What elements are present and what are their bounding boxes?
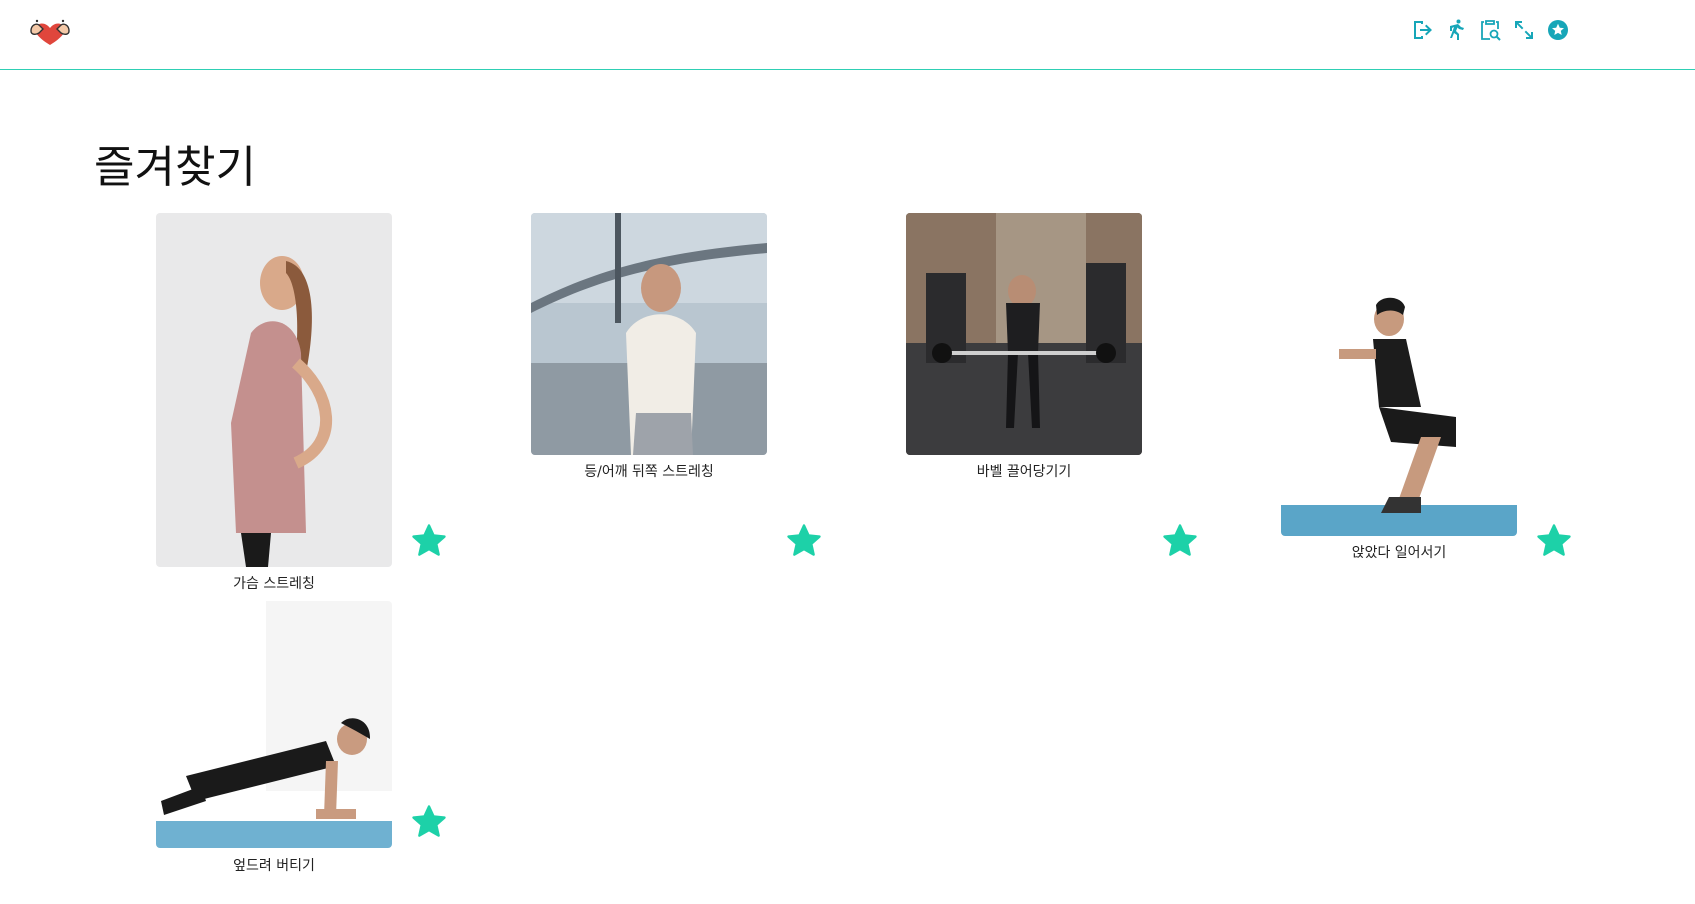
exercise-image[interactable] xyxy=(906,213,1142,455)
clipboard-search-icon[interactable] xyxy=(1478,15,1502,45)
exercise-name: 가슴 스트레칭 xyxy=(233,576,315,592)
favorite-star-button[interactable] xyxy=(410,803,448,841)
logout-icon[interactable] xyxy=(1410,15,1434,45)
exercise-image[interactable] xyxy=(1281,257,1517,536)
exercise-image[interactable] xyxy=(156,601,392,848)
star-circle-icon[interactable] xyxy=(1546,15,1570,45)
exercise-name: 등/어깨 뒤쪽 스트레칭 xyxy=(584,464,714,480)
favorite-star-button[interactable] xyxy=(1161,522,1199,560)
exercise-name: 바벨 끌어당기기 xyxy=(976,464,1072,480)
exercise-name: 앉았다 일어서기 xyxy=(1351,545,1447,561)
favorite-star-button[interactable] xyxy=(410,522,448,560)
exercise-name: 엎드려 버티기 xyxy=(233,858,315,874)
running-icon[interactable] xyxy=(1444,15,1468,45)
favorite-star-button[interactable] xyxy=(785,522,823,560)
exercise-image[interactable] xyxy=(531,213,767,455)
exercise-image[interactable] xyxy=(156,213,392,567)
app-logo[interactable] xyxy=(27,15,73,51)
page-title: 즐겨찾기 xyxy=(94,142,256,193)
expand-icon[interactable] xyxy=(1512,15,1536,45)
top-navbar xyxy=(0,0,1695,70)
favorite-star-button[interactable] xyxy=(1535,522,1573,560)
